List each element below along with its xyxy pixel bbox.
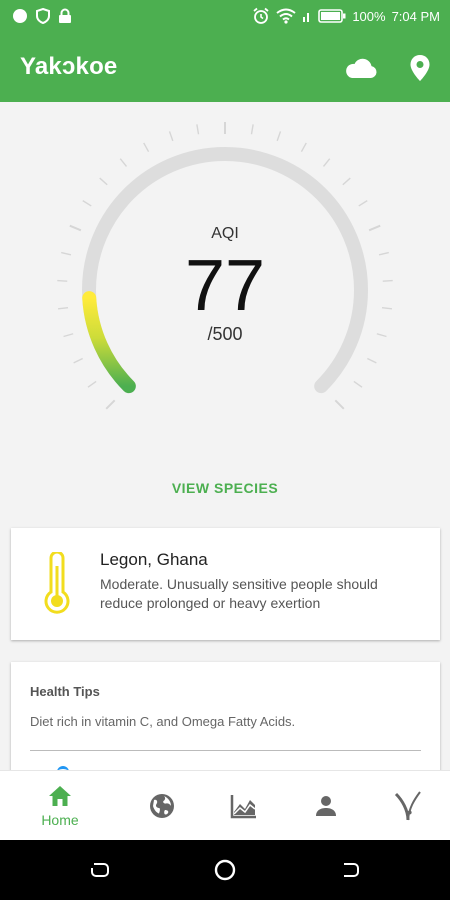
location-button[interactable] (402, 50, 438, 86)
nav-item-home[interactable]: Home (25, 771, 95, 841)
bottom-nav: Home (0, 770, 450, 840)
gauge-tick (87, 380, 97, 388)
gauge-tick (196, 124, 200, 135)
thermometer-icon (44, 552, 70, 614)
status-right: 100% 7:04 PM (252, 7, 440, 25)
notification-dot-icon (13, 9, 27, 23)
person-icon (316, 796, 336, 816)
gauge-tick (358, 200, 368, 207)
battery-icon (318, 9, 346, 23)
gauge-tick (353, 380, 363, 388)
gauge-tick (334, 399, 345, 410)
gauge-tick (105, 399, 116, 410)
gauge-tick (276, 131, 282, 142)
system-nav-bar (0, 840, 450, 900)
aqi-gauge: AQI 77 /500 (0, 102, 450, 482)
recents-icon (344, 863, 359, 877)
system-home-button[interactable] (213, 858, 237, 882)
weather-button[interactable] (343, 50, 379, 86)
aqi-value: 77 (184, 246, 266, 326)
chart-icon (230, 795, 256, 819)
main-content: AQI 77 /500 VIEW SPECIES Legon, Ghana Mo… (0, 102, 450, 770)
location-name: Legon, Ghana (100, 550, 208, 569)
view-species-button[interactable]: VIEW SPECIES (0, 480, 450, 496)
location-pin-icon (410, 55, 430, 81)
home-icon (49, 786, 71, 806)
health-tips-card: Health Tips Diet rich in vitamin C, and … (11, 662, 440, 770)
system-back-button[interactable] (88, 858, 112, 882)
gauge-tick (99, 177, 108, 186)
alarm-icon (253, 7, 269, 24)
wifi-icon (276, 8, 296, 24)
signal-icon (303, 13, 310, 22)
plant-icon (394, 791, 421, 821)
rotate-icon (91, 863, 109, 877)
gauge-tick (322, 158, 331, 167)
nav-item-world[interactable] (127, 771, 197, 841)
nav-label-home: Home (41, 812, 79, 828)
status-bar: 100% 7:04 PM (0, 0, 450, 32)
gauge-tick (119, 158, 128, 167)
health-tips-title: Health Tips (30, 684, 100, 699)
gauge-tick (250, 124, 254, 135)
nav-item-chart[interactable] (209, 771, 279, 841)
gauge-tick (73, 357, 83, 364)
gauge-tick (143, 142, 150, 153)
nav-item-species[interactable] (373, 771, 443, 841)
nav-item-profile[interactable] (291, 771, 361, 841)
gauge-tick (300, 142, 307, 153)
gauge-tick (82, 200, 92, 207)
gauge-tick (342, 177, 351, 186)
air-quality-description: Moderate. Unusually sensitive people sho… (100, 576, 378, 611)
app-bar: Yakɔkoe (0, 32, 450, 102)
system-recents-button[interactable] (338, 858, 362, 882)
clock: 7:04 PM (391, 8, 440, 24)
location-card[interactable]: Legon, Ghana Moderate. Unusually sensiti… (11, 528, 440, 640)
circle-home-icon (214, 859, 236, 881)
lock-icon (59, 8, 71, 23)
aqi-label: AQI (211, 225, 239, 242)
globe-icon (150, 794, 174, 818)
gauge-tick (367, 357, 377, 364)
aqi-max: /500 (207, 324, 243, 344)
shield-icon (36, 8, 50, 24)
divider (30, 750, 421, 751)
gauge-tick (168, 131, 174, 142)
battery-percent: 100% (352, 8, 386, 24)
cloud-icon (346, 58, 377, 78)
health-tip-text: Diet rich in vitamin C, and Omega Fatty … (30, 714, 296, 729)
status-left (12, 8, 72, 24)
app-title: Yakɔkoe (20, 53, 118, 80)
